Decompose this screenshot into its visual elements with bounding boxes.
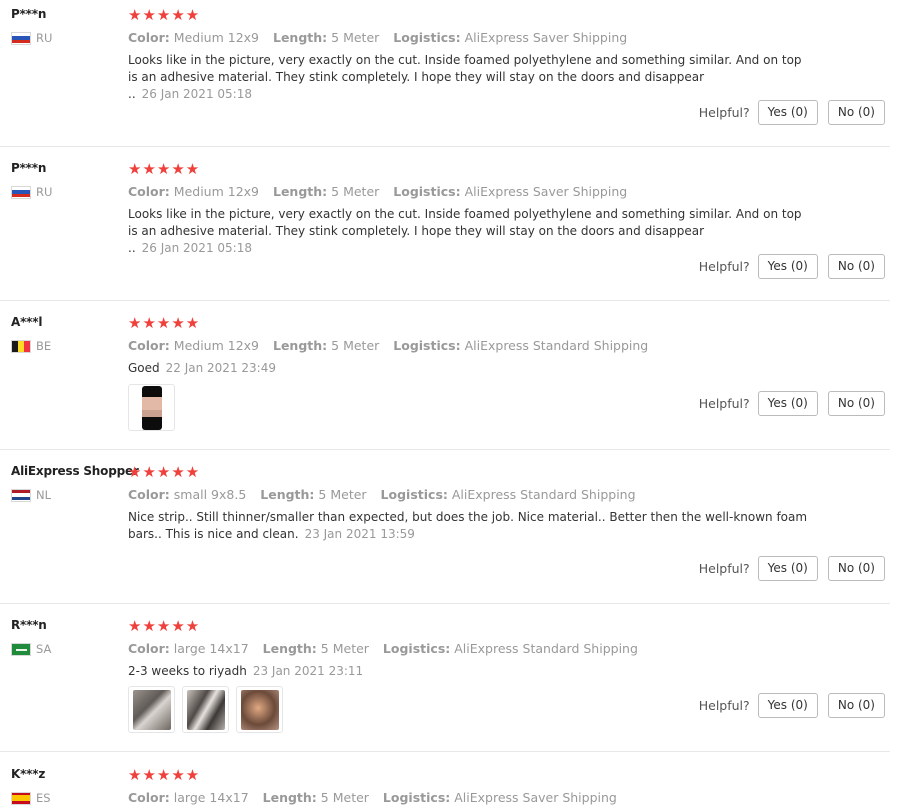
vote-no-button[interactable]: No (0) [827, 556, 885, 581]
review-item: R***n SA ★★★★★ Color: large 14x17 Length… [0, 611, 890, 752]
country-code: RU [36, 31, 53, 45]
attr-logistics: AliExpress Standard Shipping [464, 338, 649, 353]
helpful-label: Helpful? [698, 698, 750, 713]
reviewer-country: ES [11, 791, 51, 805]
attr-logistics: AliExpress Standard Shipping [454, 641, 638, 656]
country-code: ES [36, 791, 51, 805]
vote-no-button[interactable]: No (0) [827, 693, 885, 718]
vote-yes-button[interactable]: Yes (0) [757, 254, 818, 279]
reviewer-country: SA [11, 642, 51, 656]
star-rating: ★★★★★ [128, 766, 201, 784]
review-attributes: Color: large 14x17 Length: 5 Meter Logis… [128, 641, 638, 656]
spain-flag-icon [11, 791, 31, 805]
vote-no-button[interactable]: No (0) [827, 254, 885, 279]
review-date: 26 Jan 2021 05:18 [141, 241, 252, 255]
saudi-arabia-flag-icon [11, 642, 31, 656]
reviewer-country: NL [11, 488, 51, 502]
helpful-vote: Helpful? Yes (0) No (0) [699, 556, 885, 581]
belgium-flag-icon [11, 339, 31, 353]
review-attributes: Color: Medium 12x9 Length: 5 Meter Logis… [128, 338, 649, 353]
attr-length: 5 Meter [318, 487, 367, 502]
helpful-label: Helpful? [698, 396, 750, 411]
attr-length: 5 Meter [331, 338, 380, 353]
attr-logistics: AliExpress Saver Shipping [464, 184, 628, 199]
review-date: 22 Jan 2021 23:49 [165, 361, 276, 375]
review-attributes: Color: small 9x8.5 Length: 5 Meter Logis… [128, 487, 636, 502]
country-code: SA [36, 642, 52, 656]
review-attributes: Color: Medium 12x9 Length: 5 Meter Logis… [128, 30, 628, 45]
helpful-vote: Helpful? Yes (0) No (0) [699, 100, 885, 125]
reviewer-country: BE [11, 339, 51, 353]
country-code: NL [36, 488, 52, 502]
helpful-label: Helpful? [698, 561, 750, 576]
attr-length: 5 Meter [320, 641, 369, 656]
review-photo-thumbnail[interactable] [182, 686, 229, 733]
netherlands-flag-icon [11, 488, 31, 502]
review-date: 26 Jan 2021 05:18 [141, 87, 252, 101]
review-text: Goed 22 Jan 2021 23:49 [128, 361, 276, 375]
vote-no-button[interactable]: No (0) [827, 100, 885, 125]
helpful-vote: Helpful? Yes (0) No (0) [699, 693, 885, 718]
attr-length: 5 Meter [331, 30, 380, 45]
vote-yes-button[interactable]: Yes (0) [757, 693, 818, 718]
attr-logistics: AliExpress Standard Shipping [451, 487, 636, 502]
review-photo-thumbnail[interactable] [236, 686, 283, 733]
star-rating: ★★★★★ [128, 617, 201, 635]
helpful-vote: Helpful? Yes (0) No (0) [699, 391, 885, 416]
helpful-vote: Helpful? Yes (0) No (0) [699, 254, 885, 279]
attr-color: large 14x17 [173, 790, 249, 805]
attr-logistics: AliExpress Saver Shipping [464, 30, 628, 45]
reviewer-name: P***n [11, 7, 47, 21]
attr-color: large 14x17 [173, 641, 249, 656]
russia-flag-icon [11, 185, 31, 199]
reviewer-name: R***n [11, 618, 47, 632]
star-rating: ★★★★★ [128, 463, 201, 481]
review-item: P***n RU ★★★★★ Color: Medium 12x9 Length… [0, 0, 890, 147]
reviewer-country: RU [11, 31, 52, 45]
reviewer-name: AliExpress Shopper [11, 464, 139, 478]
star-rating: ★★★★★ [128, 6, 201, 24]
star-rating: ★★★★★ [128, 314, 201, 332]
review-text: Looks like in the picture, very exactly … [128, 207, 802, 255]
reviewer-name: P***n [11, 161, 47, 175]
reviewer-country: RU [11, 185, 52, 199]
review-item: K***z ES ★★★★★ Color: large 14x17 Length… [0, 760, 890, 809]
review-photos [128, 384, 175, 431]
vote-yes-button[interactable]: Yes (0) [757, 391, 818, 416]
review-photo-thumbnail[interactable] [128, 686, 175, 733]
review-date: 23 Jan 2021 13:59 [304, 527, 415, 541]
attr-color: small 9x8.5 [173, 487, 247, 502]
vote-no-button[interactable]: No (0) [827, 391, 885, 416]
reviewer-name: A***l [11, 315, 43, 329]
review-item: A***l BE ★★★★★ Color: Medium 12x9 Length… [0, 308, 890, 450]
attr-length: 5 Meter [331, 184, 380, 199]
russia-flag-icon [11, 31, 31, 45]
review-text: 2-3 weeks to riyadh 23 Jan 2021 23:11 [128, 664, 364, 678]
attr-color: Medium 12x9 [173, 184, 259, 199]
attr-logistics: AliExpress Saver Shipping [454, 790, 617, 805]
helpful-label: Helpful? [698, 105, 750, 120]
review-text: Looks like in the picture, very exactly … [128, 53, 802, 101]
vote-yes-button[interactable]: Yes (0) [757, 100, 818, 125]
star-rating: ★★★★★ [128, 160, 201, 178]
review-item: AliExpress Shopper NL ★★★★★ Color: small… [0, 457, 890, 604]
review-item: P***n RU ★★★★★ Color: Medium 12x9 Length… [0, 154, 890, 301]
reviewer-name: K***z [11, 767, 46, 781]
attr-color: Medium 12x9 [173, 30, 259, 45]
vote-yes-button[interactable]: Yes (0) [757, 556, 818, 581]
review-attributes: Color: large 14x17 Length: 5 Meter Logis… [128, 790, 617, 805]
helpful-label: Helpful? [698, 259, 750, 274]
attr-length: 5 Meter [320, 790, 369, 805]
review-attributes: Color: Medium 12x9 Length: 5 Meter Logis… [128, 184, 628, 199]
review-photos [128, 686, 283, 733]
review-text: Nice strip.. Still thinner/smaller than … [128, 510, 808, 541]
attr-color: Medium 12x9 [173, 338, 259, 353]
review-photo-thumbnail[interactable] [128, 384, 175, 431]
country-code: RU [36, 185, 53, 199]
country-code: BE [36, 339, 52, 353]
review-date: 23 Jan 2021 23:11 [252, 664, 364, 678]
